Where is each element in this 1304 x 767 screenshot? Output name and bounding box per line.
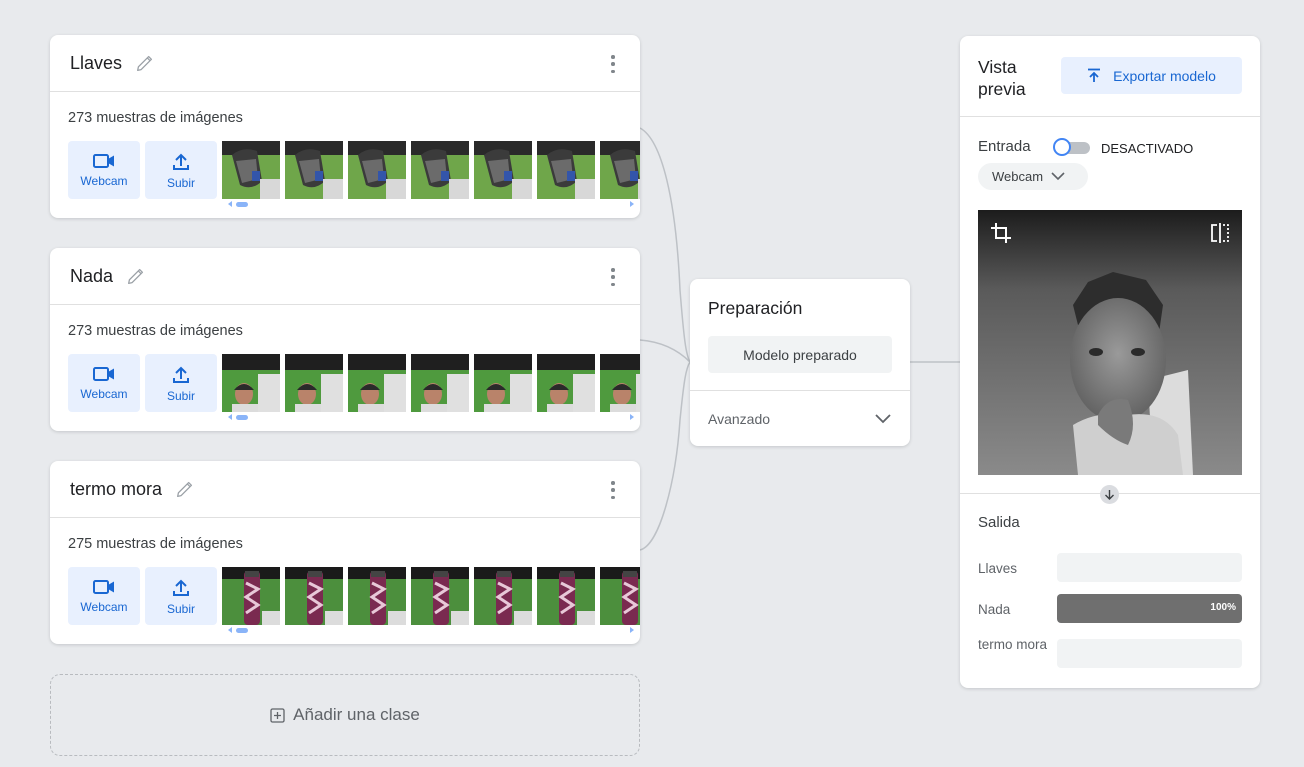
upload-icon	[173, 366, 189, 383]
thumbnail-scrollbar[interactable]	[222, 413, 640, 421]
class-card-llaves: Llaves 273 muestras de imágenes Webcam S…	[50, 35, 640, 218]
class-card-termo-mora: termo mora 275 muestras de imágenes Webc…	[50, 461, 640, 644]
webcam-button[interactable]: Webcam	[68, 354, 140, 412]
divider	[690, 390, 910, 391]
upload-label: Subir	[166, 176, 195, 190]
upload-button[interactable]: Subir	[145, 141, 217, 199]
add-class-label: Añadir una clase	[293, 705, 420, 724]
more-vert-icon[interactable]	[610, 268, 616, 286]
class-name[interactable]: Nada	[70, 266, 113, 287]
sample-thumbnail[interactable]	[222, 567, 280, 625]
sample-thumbnail[interactable]	[285, 354, 343, 412]
videocam-icon	[93, 367, 114, 381]
input-label: Entrada	[978, 138, 1031, 155]
confidence-bar	[1057, 553, 1242, 582]
chevron-down-icon[interactable]	[874, 412, 892, 424]
sample-thumbnail[interactable]	[537, 354, 595, 412]
samples-count: 273 muestras de imágenes	[68, 323, 243, 339]
sample-thumbnails[interactable]	[222, 354, 640, 412]
input-toggle[interactable]	[1053, 138, 1090, 156]
toggle-state: DESACTIVADO	[1101, 141, 1194, 156]
sample-thumbnail[interactable]	[474, 141, 532, 199]
input-source-select[interactable]: Webcam	[978, 163, 1088, 190]
sample-thumbnail[interactable]	[348, 354, 406, 412]
sample-thumbnail[interactable]	[537, 141, 595, 199]
class-name[interactable]: termo mora	[70, 479, 162, 500]
train-model-button[interactable]: Modelo preparado	[708, 336, 892, 373]
videocam-icon	[93, 154, 114, 168]
samples-count: 273 muestras de imágenes	[68, 110, 243, 126]
output-class-label: Nada	[978, 602, 1011, 617]
webcam-image	[978, 210, 1242, 475]
confidence-bar	[1057, 639, 1242, 668]
class-name[interactable]: Llaves	[70, 53, 122, 74]
export-label: Exportar modelo	[1113, 67, 1216, 84]
sample-thumbnail[interactable]	[600, 567, 640, 625]
sample-thumbnail[interactable]	[600, 354, 640, 412]
sample-thumbnail[interactable]	[222, 354, 280, 412]
preview-panel: Vista previa Exportar modelo Entrada DES…	[960, 36, 1260, 688]
upload-icon	[1088, 68, 1101, 82]
class-card-nada: Nada 273 muestras de imágenes Webcam Sub…	[50, 248, 640, 431]
confidence-percent: 100%	[1210, 602, 1236, 613]
more-vert-icon[interactable]	[610, 481, 616, 499]
webcam-label: Webcam	[80, 174, 128, 188]
videocam-icon	[93, 580, 114, 594]
sample-thumbnail[interactable]	[285, 141, 343, 199]
webcam-label: Webcam	[80, 387, 128, 401]
sample-thumbnail[interactable]	[285, 567, 343, 625]
sample-thumbnails[interactable]	[222, 567, 640, 625]
webcam-label: Webcam	[80, 600, 128, 614]
upload-label: Subir	[166, 389, 195, 403]
add-class-button[interactable]: Añadir una clase	[50, 674, 640, 756]
samples-count: 275 muestras de imágenes	[68, 536, 243, 552]
training-panel: Preparación Modelo preparado Avanzado	[690, 279, 910, 446]
pencil-icon[interactable]	[125, 265, 147, 287]
class-card-header: Llaves	[50, 35, 640, 92]
divider	[960, 116, 1260, 117]
advanced-toggle-label[interactable]: Avanzado	[708, 411, 770, 427]
add-box-icon	[270, 707, 285, 723]
output-class-label: Llaves	[978, 561, 1018, 576]
output-class-label: termo mora	[978, 637, 1048, 652]
sample-thumbnails[interactable]	[222, 141, 640, 199]
thumbnail-scrollbar[interactable]	[222, 626, 640, 634]
sample-thumbnail[interactable]	[348, 141, 406, 199]
output-label: Salida	[978, 514, 1020, 531]
sample-thumbnail[interactable]	[411, 567, 469, 625]
class-card-header: termo mora	[50, 461, 640, 518]
webcam-button[interactable]: Webcam	[68, 567, 140, 625]
sample-thumbnail[interactable]	[600, 141, 640, 199]
sample-thumbnail[interactable]	[537, 567, 595, 625]
class-card-header: Nada	[50, 248, 640, 305]
sample-thumbnail[interactable]	[474, 567, 532, 625]
more-vert-icon[interactable]	[610, 55, 616, 73]
arrow-down-icon	[1100, 485, 1119, 504]
upload-icon	[173, 153, 189, 170]
training-title: Preparación	[708, 298, 803, 318]
source-value: Webcam	[992, 169, 1044, 184]
sample-thumbnail[interactable]	[411, 354, 469, 412]
crop-icon[interactable]	[990, 222, 1012, 244]
upload-button[interactable]: Subir	[145, 354, 217, 412]
sample-thumbnail[interactable]	[411, 141, 469, 199]
upload-button[interactable]: Subir	[145, 567, 217, 625]
upload-label: Subir	[166, 602, 195, 616]
confidence-bar: 100%	[1057, 594, 1242, 623]
pencil-icon[interactable]	[134, 52, 156, 74]
upload-icon	[173, 579, 189, 596]
thumbnail-scrollbar[interactable]	[222, 200, 640, 208]
chevron-down-icon	[1051, 172, 1065, 181]
flip-icon[interactable]	[1210, 222, 1230, 244]
preview-title: Vista previa	[978, 57, 1026, 99]
sample-thumbnail[interactable]	[348, 567, 406, 625]
export-model-button[interactable]: Exportar modelo	[1061, 57, 1242, 94]
pencil-icon[interactable]	[174, 478, 196, 500]
sample-thumbnail[interactable]	[222, 141, 280, 199]
webcam-button[interactable]: Webcam	[68, 141, 140, 199]
sample-thumbnail[interactable]	[474, 354, 532, 412]
webcam-preview	[978, 210, 1242, 475]
